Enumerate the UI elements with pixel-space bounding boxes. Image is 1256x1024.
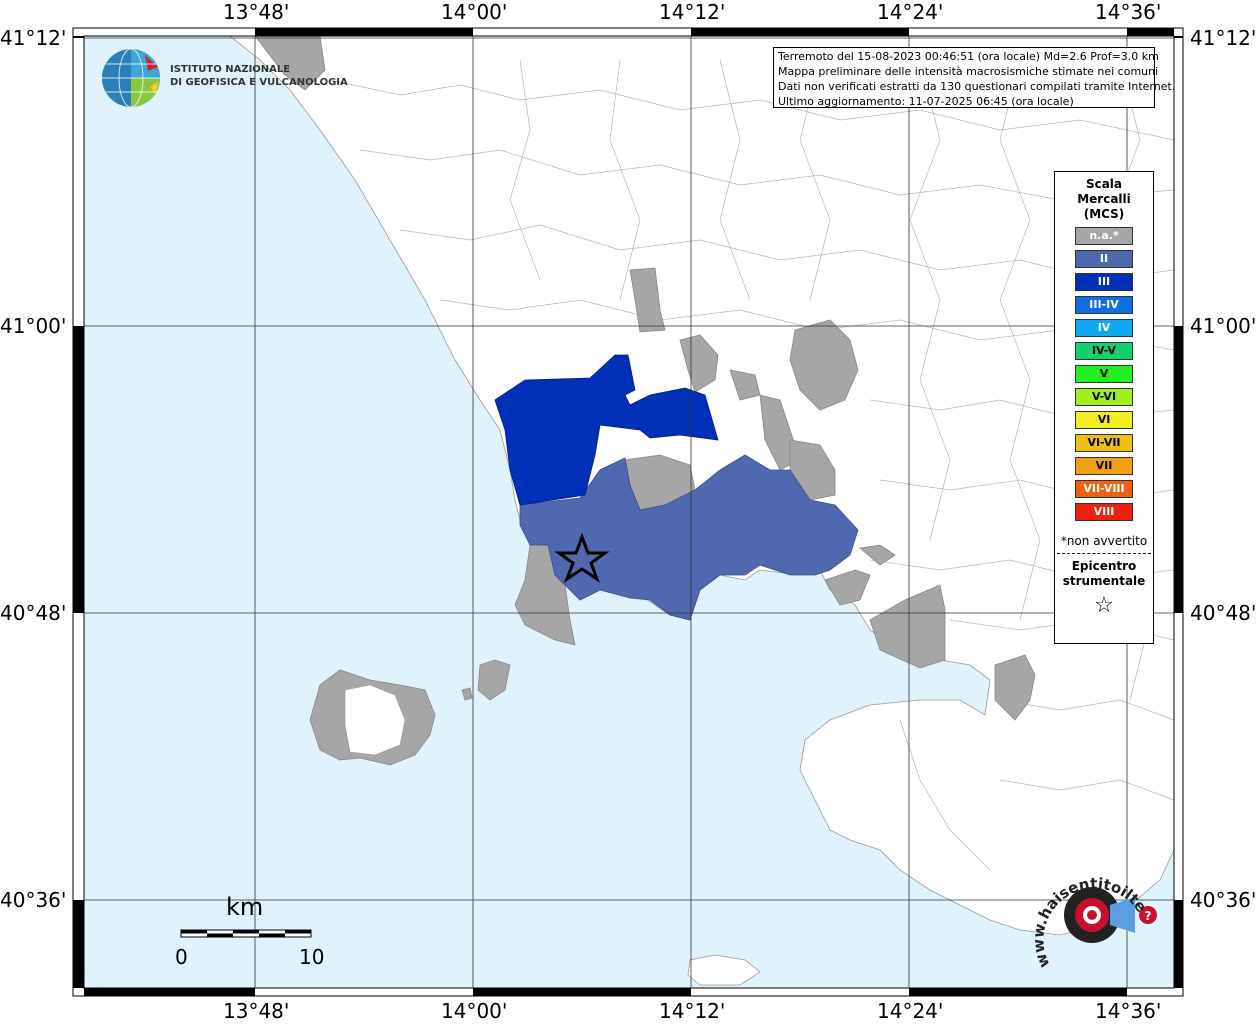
- legend-swatch: III: [1075, 273, 1133, 291]
- legend-swatch: III-IV: [1075, 296, 1133, 314]
- lat-label-right: 40°36': [1190, 888, 1256, 912]
- lon-label-bottom: 14°00': [441, 999, 508, 1023]
- legend-title-line: (MCS): [1083, 207, 1125, 221]
- legend-swatch: V: [1075, 365, 1133, 383]
- lat-label-left: 41°00': [0, 314, 67, 338]
- info-line: Ultimo aggiornamento: 11-07-2025 06:45 (…: [778, 95, 1074, 108]
- scale-bar: [180, 929, 312, 938]
- legend-swatch: IV-V: [1075, 342, 1133, 360]
- lon-label-top: 14°12': [659, 0, 726, 24]
- ingv-line2: DI GEOFISICA E VULCANOLOGIA: [170, 77, 348, 88]
- info-line: Dati non verificati estratti da 130 ques…: [778, 80, 1176, 93]
- mcs-legend: Scala Mercalli (MCS) n.a.* II III III-IV IV I…: [1054, 171, 1154, 644]
- legend-swatch: VIII: [1075, 503, 1133, 521]
- legend-swatch: IV: [1075, 319, 1133, 337]
- legend-epicenter-label: Epicentro strumentale: [1055, 559, 1153, 589]
- lon-label-top: 14°36': [1095, 0, 1162, 24]
- legend-divider: [1057, 553, 1151, 554]
- legend-swatch: VI: [1075, 411, 1133, 429]
- scale-end: 10: [299, 945, 325, 969]
- legend-title: Scala Mercalli (MCS): [1055, 177, 1153, 222]
- watermark-url: www.haisentitoilterremoto.it: [1030, 855, 1150, 970]
- scale-unit: km: [226, 893, 264, 921]
- info-line: Terremoto del 15-08-2023 00:46:51 (ora l…: [778, 50, 1159, 63]
- legend-swatch: V-VI: [1075, 388, 1133, 406]
- legend-swatches: n.a.* II III III-IV IV IV-V V V-VI VI VI-VII VII VI…: [1055, 227, 1153, 521]
- watermark-text: www.haisentitoilterremoto.it: [1030, 855, 1150, 970]
- scale-start: 0: [175, 945, 188, 969]
- lat-label-right: 41°00': [1190, 314, 1256, 338]
- ingv-line1: ISTITUTO NAZIONALE: [170, 64, 291, 75]
- legend-title-line: Scala: [1085, 177, 1123, 191]
- legend-swatch: II: [1075, 250, 1133, 268]
- lon-label-bottom: 14°24': [877, 999, 944, 1023]
- lat-label-right: 41°12': [1190, 26, 1256, 50]
- legend-swatch: VII-VIII: [1075, 480, 1133, 498]
- info-line: Mappa preliminare delle intensità macros…: [778, 65, 1159, 78]
- lon-label-bottom: 14°12': [659, 999, 726, 1023]
- lon-label-bottom: 14°36': [1095, 999, 1162, 1023]
- legend-title-line: Mercalli: [1077, 192, 1131, 206]
- legend-swatch: VI-VII: [1075, 434, 1133, 452]
- lat-label-right: 40°48': [1190, 601, 1256, 625]
- ingv-logo-icon: [102, 48, 160, 108]
- legend-note: *non avvertito: [1060, 534, 1148, 548]
- lat-label-left: 40°48': [0, 601, 67, 625]
- ingv-name: ISTITUTO NAZIONALE DI GEOFISICA E VULCAN…: [170, 63, 348, 89]
- legend-epi-line: Epicentro: [1071, 559, 1137, 573]
- lon-label-bottom: 13°48': [223, 999, 290, 1023]
- event-info-box: Terremoto del 15-08-2023 00:46:51 (ora l…: [773, 47, 1176, 108]
- legend-swatch: n.a.*: [1075, 227, 1133, 245]
- lon-label-top: 14°24': [877, 0, 944, 24]
- lon-label-top: 14°00': [441, 0, 508, 24]
- legend-epi-line: strumentale: [1062, 574, 1146, 588]
- legend-swatch: VII: [1075, 457, 1133, 475]
- lat-label-left: 40°36': [0, 888, 67, 912]
- svg-text:www.haisentitoilterremoto.it: www.haisentitoilterremoto.it: [1030, 855, 1150, 970]
- lon-label-top: 13°48': [223, 0, 290, 24]
- legend-star-icon: ☆: [1094, 593, 1114, 618]
- lat-label-left: 41°12': [0, 26, 67, 50]
